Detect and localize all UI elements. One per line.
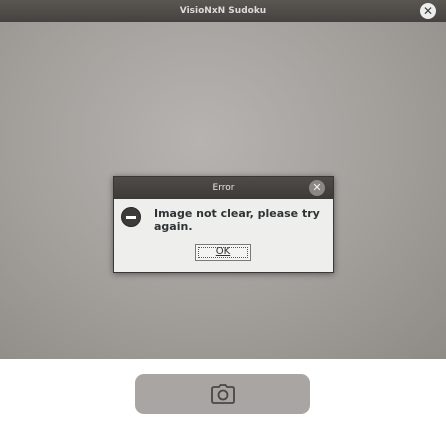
- dialog-title: Error: [212, 183, 235, 193]
- capture-button[interactable]: [135, 374, 310, 414]
- ok-button-label: OK: [215, 246, 231, 257]
- camera-icon: [210, 384, 235, 404]
- dialog-titlebar: Error ✕: [114, 177, 333, 199]
- dialog-body: Image not clear, please try again. OK: [114, 199, 333, 272]
- error-message: Image not clear, please try again.: [154, 207, 320, 233]
- error-dialog: Error ✕ Image not clear, please try agai…: [113, 176, 334, 273]
- ok-button[interactable]: OK: [195, 244, 251, 261]
- dialog-close-button[interactable]: ✕: [309, 180, 325, 196]
- window-titlebar: VisioNxN Sudoku ✕: [0, 0, 446, 22]
- window-close-button[interactable]: ✕: [420, 3, 436, 19]
- error-icon: [121, 207, 141, 227]
- window-title: VisioNxN Sudoku: [179, 6, 267, 16]
